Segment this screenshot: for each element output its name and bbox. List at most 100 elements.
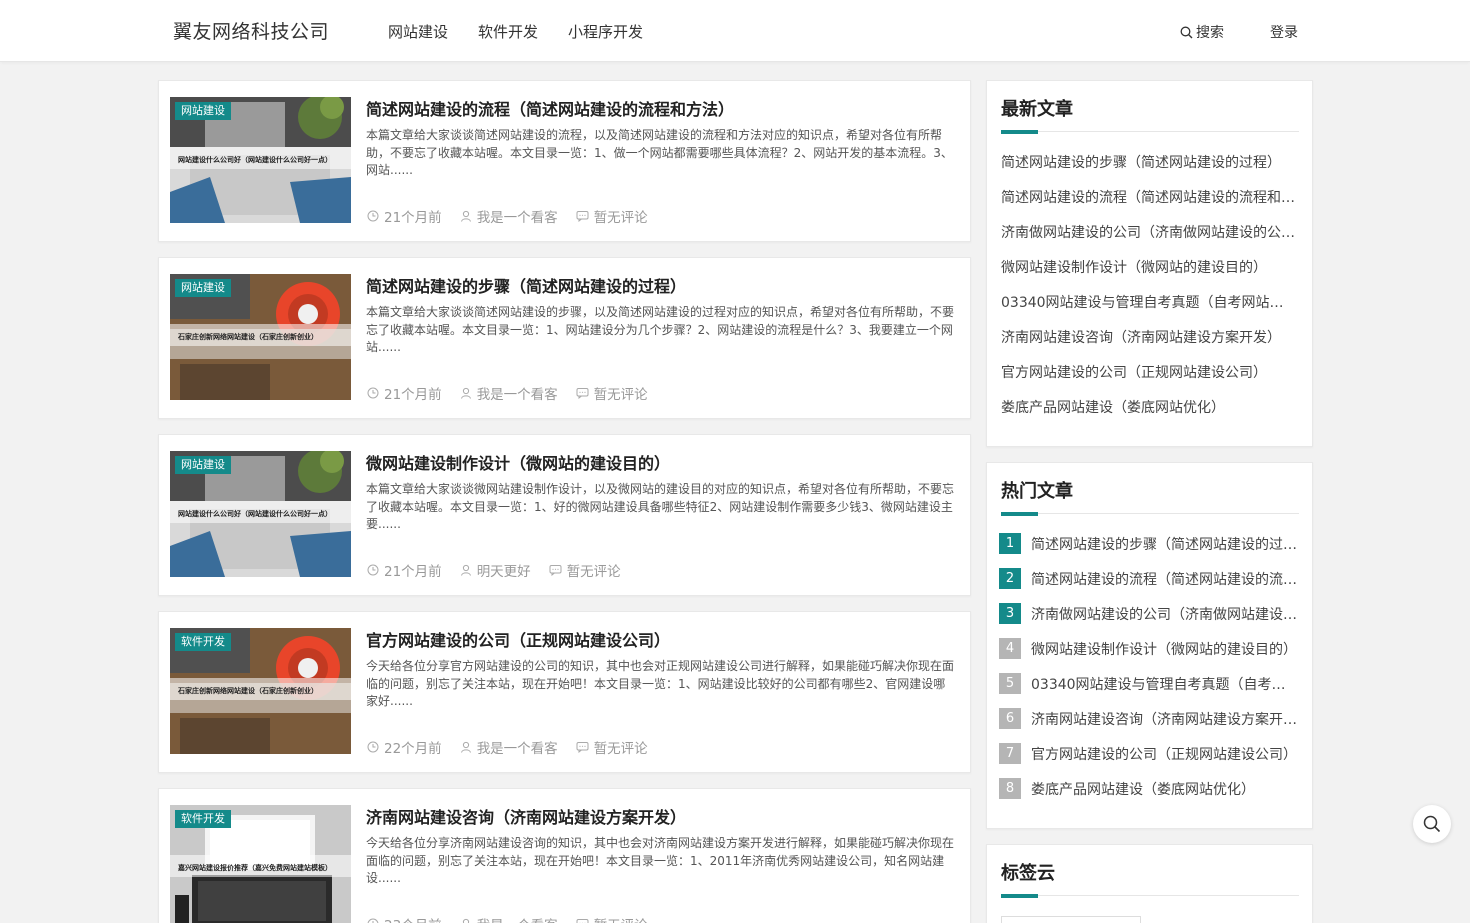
latest-article-link[interactable]: 简述网站建设的步骤（简述网站建设的过程） [1001,152,1297,187]
author-name: 我是一个看客 [476,741,558,757]
hot-article-item[interactable]: 5 03340网站建设与管理自考真题（自考网站建设与管理） [999,673,1299,709]
clock-icon [367,387,379,399]
rank-number: 7 [999,743,1021,764]
comment-count[interactable]: 暂无评论 [549,560,621,580]
category-badge[interactable]: 软件开发 [175,810,231,828]
user-icon [460,741,471,753]
article-title[interactable]: 简述网站建设的步骤（简述网站建设的过程） [366,273,686,297]
hot-articles-widget: 热门文章 1 简述网站建设的步骤（简述网站建设的过程） 2 简述网站建设的流程（简述网… [986,462,1313,829]
article-thumbnail[interactable]: 石家庄创新网络网站建设（石家庄创新创业） 软件开发 [170,628,351,754]
latest-article-link[interactable]: 官方网站建设的公司（正规网站建设公司） [1001,362,1297,397]
author-name: 明天更好 [476,564,531,580]
hot-article-item[interactable]: 2 简述网站建设的流程（简述网站建设的流程和方法） [999,568,1299,604]
widget-title: 标签云 [1001,863,1055,884]
comment-count-text: 暂无评论 [566,564,621,580]
latest-articles-widget: 最新文章 简述网站建设的步骤（简述网站建设的过程） 简述网站建设的流程（简述网站建… [986,80,1313,447]
author[interactable]: 我是一个看客 [460,914,558,923]
publish-time: 22个月前 [367,737,442,757]
widget-title: 最新文章 [1001,99,1073,120]
comment-count[interactable]: 暂无评论 [576,914,648,923]
tag-chip[interactable] [1001,916,1141,923]
thumbnail-caption: 网站建设什么公司好（网站建设什么公司好一点） [178,509,332,518]
nav-website-building[interactable]: 网站建设 [388,21,448,42]
publish-time-text: 21个月前 [384,564,442,580]
publish-time: 21个月前 [367,560,442,580]
article-title[interactable]: 简述网站建设的流程（简述网站建设的流程和方法） [366,96,734,120]
latest-article-link[interactable]: 微网站建设制作设计（微网站的建设目的） [1001,257,1297,292]
search-icon [1423,815,1441,833]
article-meta: 21个月前 明天更好 暂无评论 [367,560,639,580]
latest-article-link[interactable]: 03340网站建设与管理自考真题（自考网站建设与管理） [1001,292,1297,327]
category-badge[interactable]: 软件开发 [175,633,231,651]
latest-article-link[interactable]: 济南做网站建设的公司（济南做网站建设的公司有哪些） [1001,222,1297,257]
article-meta: 22个月前 我是一个看客 暂无评论 [367,737,666,757]
rank-number: 3 [999,603,1021,624]
latest-article-link[interactable]: 济南网站建设咨询（济南网站建设方案开发） [1001,327,1297,362]
category-badge[interactable]: 网站建设 [175,456,231,474]
hot-article-title: 03340网站建设与管理自考真题（自考网站建设与管理） [1031,677,1297,693]
widget-title: 热门文章 [1001,481,1073,502]
author-name: 我是一个看客 [476,387,558,403]
latest-list: 简述网站建设的步骤（简述网站建设的过程） 简述网站建设的流程（简述网站建设的流程和… [1001,152,1297,432]
comment-count-text: 暂无评论 [594,914,648,923]
hot-article-item[interactable]: 7 官方网站建设的公司（正规网站建设公司） [999,743,1299,779]
comment-count[interactable]: 暂无评论 [576,206,648,226]
user-icon [462,918,469,923]
site-logo[interactable]: 翼友网络科技公司 [173,17,329,44]
hot-article-item[interactable]: 1 简述网站建设的步骤（简述网站建设的过程） [999,533,1299,569]
comment-count[interactable]: 暂无评论 [576,737,648,757]
tag-cloud-widget: 标签云 [986,844,1313,923]
comment-count-text: 暂无评论 [593,741,648,757]
hot-article-item[interactable]: 4 微网站建设制作设计（微网站的建设目的） [999,638,1299,674]
rank-number: 5 [999,673,1021,694]
user-icon [460,210,471,222]
article-excerpt: 本篇文章给大家谈谈简述网站建设的步骤，以及简述网站建设的过程对应的知识点，希望对… [366,305,955,354]
nav-software-development[interactable]: 软件开发 [478,21,538,42]
nav-miniprogram-development[interactable]: 小程序开发 [568,21,643,42]
publish-time-text: 22个月前 [384,741,442,757]
article-meta: 21个月前 我是一个看客 暂无评论 [367,206,666,226]
login-link[interactable]: 登录 [1270,22,1298,42]
latest-article-link[interactable]: 简述网站建设的流程（简述网站建设的流程和方法） [1001,187,1297,222]
rank-number: 1 [999,533,1021,554]
thumbnail-caption: 嘉兴网站建设报价推荐（嘉兴免费网站建站模板） [177,863,332,872]
latest-article-link[interactable]: 娄底产品网站建设（娄底网站优化） [1001,397,1297,432]
hot-article-title: 济南做网站建设的公司（济南做网站建设的公司有哪些） [1031,607,1297,623]
article-card: 嘉兴网站建设报价推荐（嘉兴免费网站建站模板） 软件开发 济南网站建设咨询（济南网站建… [158,788,971,923]
category-badge[interactable]: 网站建设 [175,279,231,297]
author[interactable]: 我是一个看客 [460,206,558,226]
publish-time: 21个月前 [367,383,442,403]
article-title[interactable]: 济南网站建设咨询（济南网站建设方案开发） [366,804,686,828]
author[interactable]: 我是一个看客 [460,383,558,403]
comment-count[interactable]: 暂无评论 [576,383,648,403]
clock-icon [367,564,379,576]
article-thumbnail[interactable]: 网站建设什么公司好（网站建设什么公司好一点） 网站建设 [170,451,351,577]
article-thumbnail[interactable]: 嘉兴网站建设报价推荐（嘉兴免费网站建站模板） 软件开发 [170,805,351,923]
hot-article-title: 微网站建设制作设计（微网站的建设目的） [1031,642,1297,658]
article-excerpt: 本篇文章给大家谈谈微网站建设制作设计，以及微网站的建设目的对应的知识点，希望对各… [366,482,955,531]
site-header: 翼友网络科技公司 网站建设 软件开发 小程序开发 搜索 登录 [0,0,1470,62]
hot-article-title: 简述网站建设的流程（简述网站建设的流程和方法） [1031,572,1297,588]
article-card: 石家庄创新网络网站建设（石家庄创新创业） 网站建设 简述网站建设的步骤（简述网站建设… [158,257,971,419]
header-search-button[interactable]: 搜索 [1180,22,1224,42]
rank-number: 6 [999,708,1021,729]
hot-article-title: 简述网站建设的步骤（简述网站建设的过程） [1031,537,1297,553]
article-title[interactable]: 微网站建设制作设计（微网站的建设目的） [366,450,670,474]
article-thumbnail[interactable]: 石家庄创新网络网站建设（石家庄创新创业） 网站建设 [170,274,351,400]
title-accent-bar [1001,512,1038,516]
comment-icon [549,565,562,576]
author[interactable]: 我是一个看客 [460,737,558,757]
article-thumbnail[interactable]: 网站建设什么公司好（网站建设什么公司好一点） 网站建设 [170,97,351,223]
category-badge[interactable]: 网站建设 [175,102,231,120]
hot-article-item[interactable]: 6 济南网站建设咨询（济南网站建设方案开发） [999,708,1299,744]
thumbnail-caption: 石家庄创新网络网站建设（石家庄创新创业） [177,686,318,695]
user-icon [460,564,471,576]
publish-time-text: 23个月前 [384,914,442,923]
hot-article-item[interactable]: 8 娄底产品网站建设（娄底网站优化） [999,778,1299,814]
floating-search-button[interactable] [1413,805,1451,843]
article-card: 网站建设什么公司好（网站建设什么公司好一点） 网站建设 微网站建设制作设计（微网站的… [158,434,971,596]
hot-article-item[interactable]: 3 济南做网站建设的公司（济南做网站建设的公司有哪些） [999,603,1299,639]
author[interactable]: 明天更好 [460,560,531,580]
article-title[interactable]: 官方网站建设的公司（正规网站建设公司） [366,627,670,651]
clock-icon [367,918,379,923]
